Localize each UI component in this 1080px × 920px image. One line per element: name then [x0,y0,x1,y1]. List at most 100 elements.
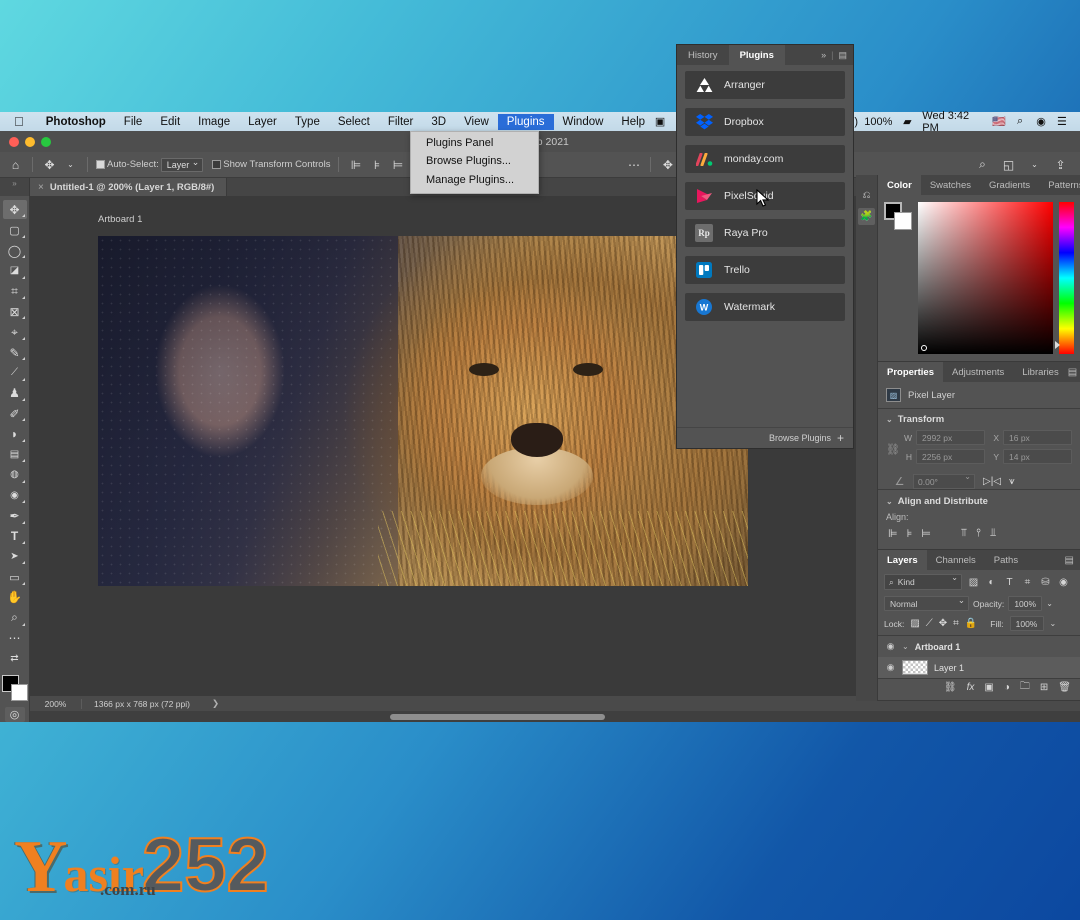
auto-select-dropdown[interactable]: Layer [160,157,204,172]
eyedropper-tool[interactable]: ⌖ [3,322,27,341]
link-icon[interactable]: ⛓ [886,443,900,456]
height-input[interactable]: 2256 px [916,449,985,464]
chevron-down-icon[interactable]: ⌄ [951,573,958,582]
align-left-icon[interactable]: ⊫ [347,156,364,173]
angle-input[interactable]: 0.00° [913,472,975,489]
lock-image-icon[interactable]: ⟋ [926,618,933,629]
search-icon[interactable]: ⌕ [1014,115,1026,128]
plugin-item-raya-pro[interactable]: Rp Raya Pro [685,219,845,247]
menu-item-filter[interactable]: Filter [379,114,423,130]
hue-slider[interactable] [1055,202,1074,354]
auto-select-group[interactable]: Auto-Select: Layer [96,157,204,172]
3d-move-icon[interactable]: ✥ [659,156,676,173]
eraser-tool[interactable]: ◗ [3,424,27,443]
menu-item-image[interactable]: Image [189,114,239,130]
auto-select-checkbox[interactable] [96,160,105,169]
siri-icon[interactable]: ◉ [1035,115,1047,128]
smart-object-filter-icon[interactable]: ⛁ [1039,577,1052,588]
chevron-down-icon[interactable]: ⌄ [886,415,893,424]
edit-toolbar-icon[interactable]: ⋯ [3,629,27,648]
tab-libraries[interactable]: Libraries [1013,362,1067,382]
status-arrow-icon[interactable]: ❯ [190,698,219,709]
tab-gradients[interactable]: Gradients [980,175,1039,195]
kind-filter-dropdown[interactable]: ⌕ Kind ⌄ [884,573,962,590]
color-field[interactable] [918,202,1053,354]
hue-slider-marker[interactable] [1055,341,1060,349]
workspace-icon[interactable]: ◱ [1000,156,1017,173]
align-top-icon[interactable]: ⫪ [961,527,967,540]
tab-channels[interactable]: Channels [927,550,985,570]
lock-transparency-icon[interactable]: ▨ [910,618,919,629]
marquee-tool[interactable]: ▢ [3,220,27,239]
clone-stamp-tool[interactable]: ♟ [3,384,27,403]
color-field-marker[interactable] [921,345,927,351]
align-left-icon[interactable]: ⊫ [888,527,898,540]
show-transform-group[interactable]: Show Transform Controls [212,159,330,170]
chevron-down-icon[interactable]: ⌄ [1026,156,1043,173]
opacity-stepper-icon[interactable]: ⌄ [1046,599,1053,608]
background-color-swatch[interactable] [894,212,912,230]
panel-menu-icon[interactable]: ▤ [1068,362,1080,382]
flip-vertical-icon[interactable]: ⩛ [1009,476,1015,487]
menu-item-type[interactable]: Type [286,114,329,130]
flip-horizontal-icon[interactable]: ▷|◁ [983,476,1001,487]
pixel-filter-icon[interactable]: ▨ [967,577,980,588]
history-brush-tool[interactable]: ✐ [3,404,27,423]
menu-item-file[interactable]: File [115,114,152,130]
rectangle-tool[interactable]: ▭ [3,567,27,586]
adjustment-layer-icon[interactable]: ◑ [1004,682,1010,693]
keyboard-flag-icon[interactable]: 🇺🇸 [992,115,1006,128]
plugin-item-trello[interactable]: Trello [685,256,845,284]
apple-icon[interactable]:  [14,114,24,129]
battery-icon[interactable]: ▰ [901,115,913,128]
tab-color[interactable]: Color [878,175,921,195]
gradient-tool[interactable]: ▤ [3,445,27,464]
home-icon[interactable]: ⌂ [7,156,24,173]
lock-position-icon[interactable]: ✥ [939,618,947,629]
tab-history[interactable]: History [677,45,729,65]
type-tool[interactable]: T [3,527,27,546]
align-bottom-icon[interactable]: ⫫ [990,527,996,540]
search-icon[interactable]: ⌕ [974,156,991,173]
menu-item-layer[interactable]: Layer [239,114,286,130]
eye-icon[interactable]: ◉ [885,641,896,652]
layer-row-artboard[interactable]: ◉ ⌄ Artboard 1 [878,636,1080,657]
link-layers-icon[interactable]: ⛓ [944,682,957,693]
hand-tool[interactable]: ✋ [3,588,27,607]
lasso-tool[interactable]: ◯ [3,241,27,260]
align-center-h-icon[interactable]: ⊧ [907,527,913,540]
plugin-item-monday[interactable]: monday.com [685,145,845,173]
blur-tool[interactable]: ◍ [3,465,27,484]
chevron-down-icon[interactable]: ⌄ [958,595,965,606]
tab-adjustments[interactable]: Adjustments [943,362,1013,382]
menu-option-plugins-panel[interactable]: Plugins Panel [411,135,538,153]
filter-toggle-icon[interactable]: ◉ [1057,577,1070,588]
clock[interactable]: Wed 3:42 PM [922,110,983,134]
plugins-icon[interactable]: 🧩 [858,208,875,225]
crop-tool[interactable]: ⌗ [3,282,27,301]
adjustment-filter-icon[interactable]: ◐ [985,577,998,588]
layer-mask-icon[interactable]: ▣ [984,682,993,693]
color-swatches[interactable] [1,675,28,702]
document-tab[interactable]: × Untitled-1 @ 200% (Layer 1, RGB/8#) [30,178,228,196]
delete-layer-icon[interactable]: 🗑 [1058,682,1071,693]
background-color-swatch[interactable] [10,684,28,702]
menu-item-photoshop[interactable]: Photoshop [37,114,115,130]
menu-item-view[interactable]: View [455,114,498,130]
close-icon[interactable]: × [38,182,44,193]
collapse-icon[interactable]: » [821,50,826,60]
menu-item-edit[interactable]: Edit [151,114,189,130]
history-icon[interactable]: ⎌ [858,187,875,204]
plus-icon[interactable]: + [837,431,844,445]
quick-mask-icon[interactable]: ◎ [4,707,25,722]
eye-icon[interactable]: ◉ [885,662,896,673]
menu-item-select[interactable]: Select [329,114,379,130]
artboard-artwork[interactable] [98,236,748,586]
y-input[interactable]: 14 px [1003,449,1072,464]
blend-mode-dropdown[interactable]: Normal ⌄ [884,595,969,611]
opacity-input[interactable]: 100% [1008,596,1043,611]
path-selection-tool[interactable]: ➤ [3,547,27,566]
tab-properties[interactable]: Properties [878,362,943,382]
horizontal-scrollbar[interactable] [30,711,1080,722]
brush-tool[interactable]: ⟋ [3,363,27,382]
